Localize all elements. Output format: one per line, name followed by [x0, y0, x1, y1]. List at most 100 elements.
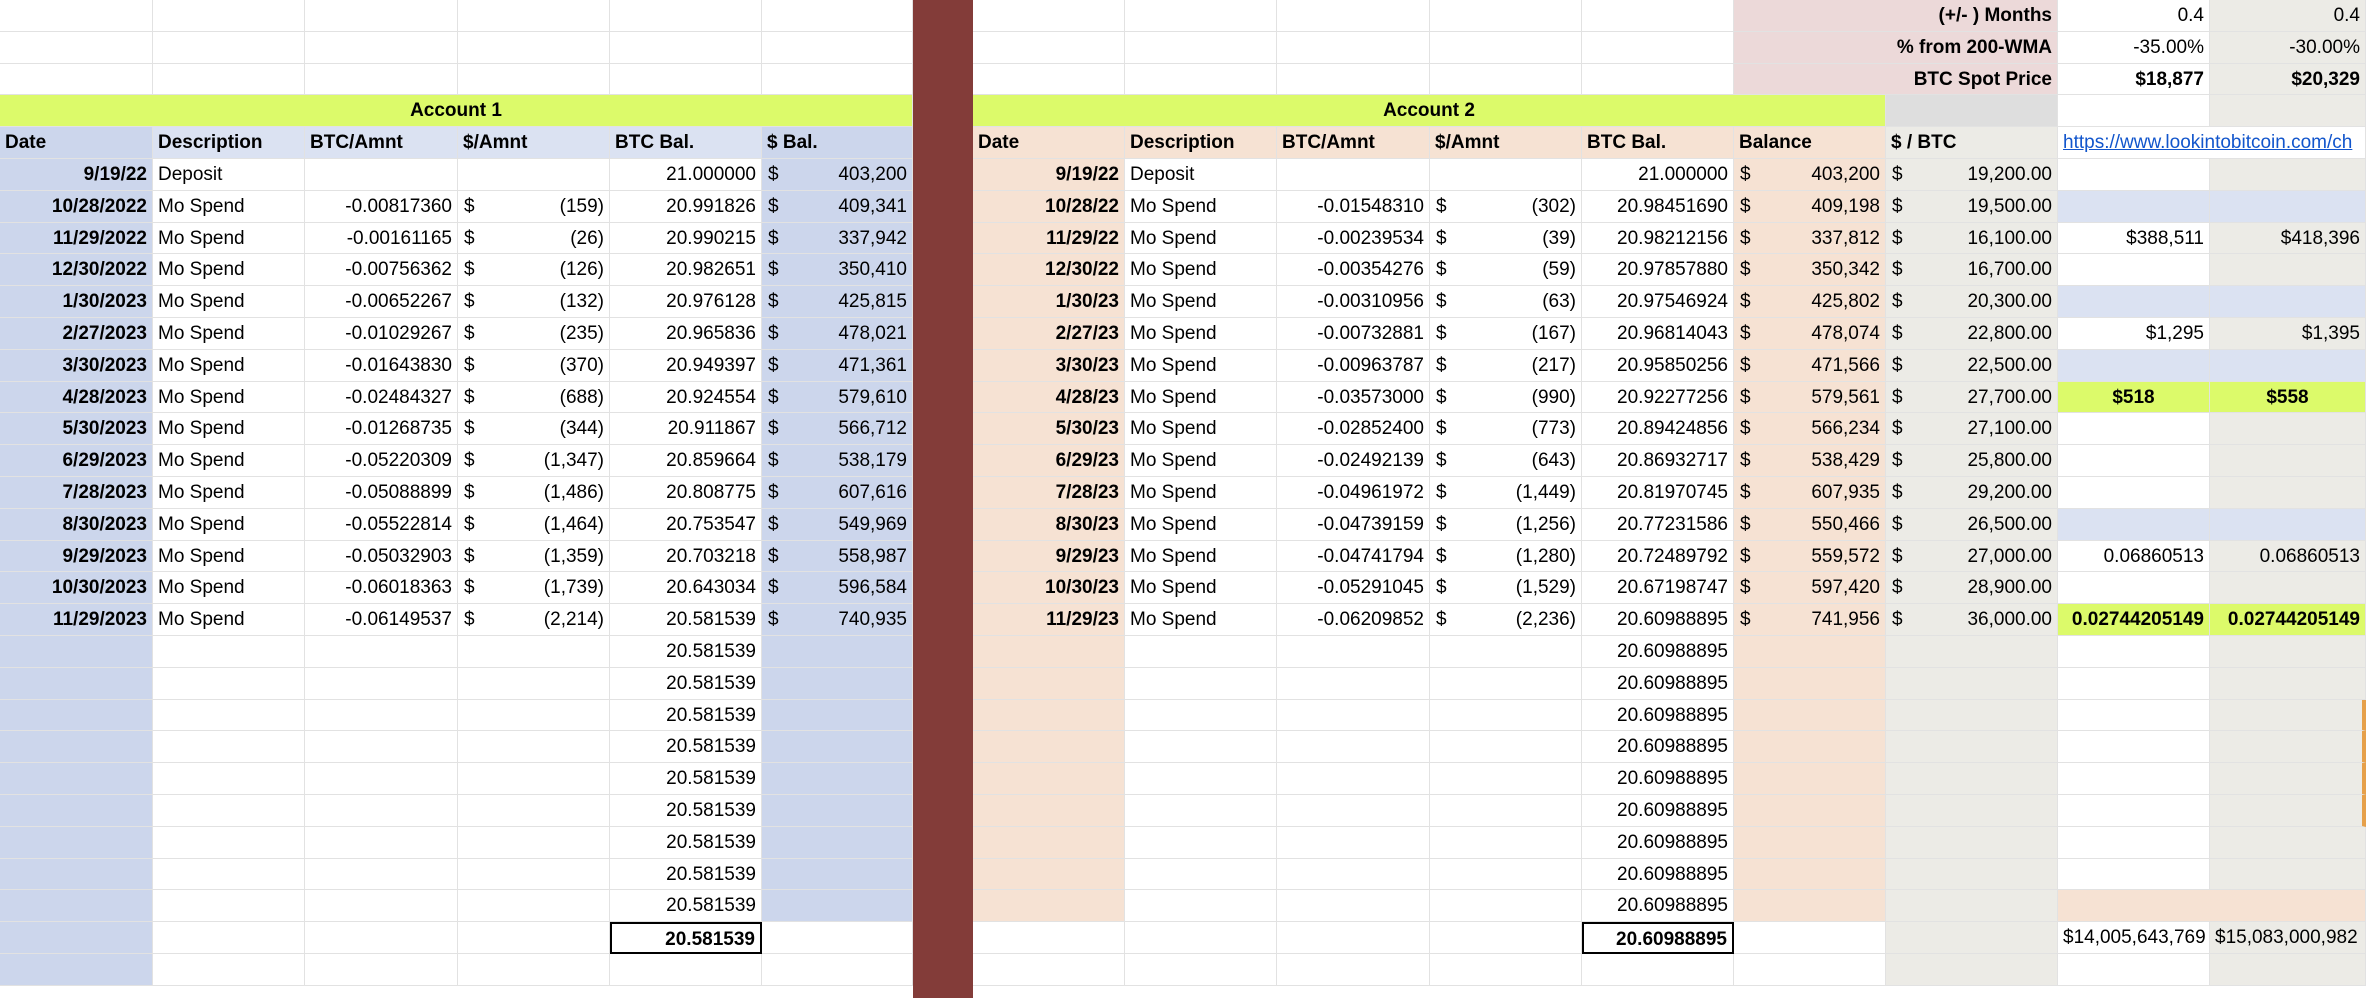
a2-header[interactable]: Description — [1125, 127, 1277, 159]
a2-balance[interactable]: $425,802 — [1734, 286, 1886, 318]
empty-cell[interactable] — [0, 64, 153, 95]
empty-cell[interactable] — [2210, 445, 2366, 477]
a1-btc-balance[interactable]: 20.949397 — [610, 350, 762, 382]
empty-cell[interactable] — [1734, 827, 1886, 859]
empty-cell[interactable] — [1277, 731, 1430, 763]
a2-btc-balance[interactable]: 20.77231586 — [1582, 509, 1734, 541]
empty-cell[interactable] — [1277, 763, 1430, 795]
a2-date[interactable]: 8/30/23 — [973, 509, 1125, 541]
a1-date[interactable]: 5/30/2023 — [0, 413, 153, 445]
a2-btc-balance[interactable]: 21.000000 — [1582, 159, 1734, 191]
empty-cell[interactable] — [0, 32, 153, 64]
empty-cell[interactable] — [1734, 763, 1886, 795]
empty-cell[interactable] — [2058, 827, 2210, 859]
empty-cell[interactable] — [305, 795, 458, 827]
a2-description[interactable]: Mo Spend — [1125, 254, 1277, 286]
empty-cell[interactable] — [458, 763, 610, 795]
a2-price-per-btc[interactable]: $16,100.00 — [1886, 223, 2058, 254]
a2-balance[interactable]: $597,420 — [1734, 572, 1886, 604]
a2-price-per-btc[interactable]: $16,700.00 — [1886, 254, 2058, 286]
panel-cell[interactable] — [2058, 509, 2210, 541]
empty-cell[interactable] — [1886, 954, 2058, 986]
empty-cell[interactable] — [1886, 668, 2058, 700]
empty-cell[interactable] — [1886, 890, 2058, 922]
empty-cell[interactable] — [973, 64, 1125, 95]
a1-description[interactable]: Mo Spend — [153, 445, 305, 477]
empty-cell[interactable] — [762, 64, 913, 95]
empty-cell[interactable] — [458, 859, 610, 890]
label-wma[interactable]: % from 200-WMA — [1734, 32, 2058, 64]
a2-description[interactable]: Mo Spend — [1125, 572, 1277, 604]
a1-description[interactable]: Mo Spend — [153, 286, 305, 318]
a2-btc-balance[interactable]: 20.60988895 — [1582, 668, 1734, 700]
a1-description[interactable]: Deposit — [153, 159, 305, 191]
empty-cell[interactable] — [1430, 668, 1582, 700]
a2-btc-balance[interactable]: 20.60988895 — [1582, 890, 1734, 922]
empty-cell[interactable] — [1125, 731, 1277, 763]
a2-price-per-btc[interactable]: $19,200.00 — [1886, 159, 2058, 191]
highlight-cell[interactable] — [2058, 890, 2366, 922]
empty-cell[interactable] — [458, 890, 610, 922]
a2-price-per-btc[interactable]: $22,800.00 — [1886, 318, 2058, 350]
a1-date[interactable]: 7/28/2023 — [0, 477, 153, 509]
empty-cell[interactable] — [153, 0, 305, 32]
empty-cell[interactable] — [1582, 32, 1734, 64]
empty-cell[interactable] — [1430, 795, 1582, 827]
empty-cell[interactable] — [305, 668, 458, 700]
a1-btc-balance[interactable]: 20.581539 — [610, 636, 762, 668]
empty-cell[interactable] — [1430, 890, 1582, 922]
empty-cell[interactable] — [1125, 636, 1277, 668]
a1-usd-amount[interactable]: $ (2,214) — [458, 604, 610, 636]
a2-btc-balance[interactable]: 20.98451690 — [1582, 191, 1734, 223]
a1-usd-balance[interactable]: $566,712 — [762, 413, 913, 445]
a2-balance[interactable]: $566,234 — [1734, 413, 1886, 445]
a2-price-per-btc[interactable]: $26,500.00 — [1886, 509, 2058, 541]
a2-btc-balance[interactable]: 20.86932717 — [1582, 445, 1734, 477]
a2-description[interactable]: Mo Spend — [1125, 191, 1277, 223]
empty-cell[interactable] — [2058, 668, 2210, 700]
empty-cell[interactable] — [973, 700, 1125, 731]
a2-balance[interactable]: $559,572 — [1734, 541, 1886, 572]
a1-description[interactable]: Mo Spend — [153, 382, 305, 413]
empty-cell[interactable] — [973, 763, 1125, 795]
a1-btc-amount[interactable]: -0.00161165 — [305, 223, 458, 254]
empty-cell[interactable] — [1430, 827, 1582, 859]
empty-cell[interactable] — [305, 954, 458, 986]
empty-cell[interactable] — [2210, 254, 2366, 286]
a1-btc-balance[interactable]: 20.976128 — [610, 286, 762, 318]
empty-cell[interactable] — [305, 922, 458, 954]
a2-btc-balance[interactable]: 20.81970745 — [1582, 477, 1734, 509]
empty-cell[interactable] — [153, 636, 305, 668]
empty-cell[interactable] — [2210, 572, 2366, 604]
a2-description[interactable]: Mo Spend — [1125, 223, 1277, 254]
panel-cell[interactable]: $388,511 — [2058, 223, 2210, 254]
a1-btc-balance[interactable]: 20.581539 — [610, 827, 762, 859]
a2-btc-amount[interactable]: -0.03573000 — [1277, 382, 1430, 413]
a1-date[interactable]: 10/30/2023 — [0, 572, 153, 604]
bottom-value-2[interactable]: $15,083,000,982 — [2210, 922, 2366, 954]
a1-usd-balance[interactable]: $409,341 — [762, 191, 913, 223]
empty-cell[interactable] — [1125, 0, 1277, 32]
empty-cell[interactable] — [1277, 859, 1430, 890]
a1-description[interactable]: Mo Spend — [153, 318, 305, 350]
a1-description[interactable]: Mo Spend — [153, 541, 305, 572]
a2-btc-balance[interactable]: 20.67198747 — [1582, 572, 1734, 604]
empty-cell[interactable] — [973, 731, 1125, 763]
empty-cell[interactable] — [762, 922, 913, 954]
empty-cell[interactable] — [2058, 763, 2210, 795]
empty-cell[interactable] — [305, 64, 458, 95]
panel-cell[interactable]: $518 — [2058, 382, 2210, 413]
empty-cell[interactable] — [1430, 731, 1582, 763]
a2-usd-amount[interactable]: $ (39) — [1430, 223, 1582, 254]
a2-price-per-btc[interactable]: $22,500.00 — [1886, 350, 2058, 382]
empty-cell[interactable] — [1430, 954, 1582, 986]
a2-balance[interactable]: $350,342 — [1734, 254, 1886, 286]
a1-usd-amount[interactable]: $ (1,739) — [458, 572, 610, 604]
empty-cell[interactable] — [2058, 95, 2210, 127]
a1-btc-balance[interactable]: 20.581539 — [610, 731, 762, 763]
empty-cell[interactable] — [0, 954, 153, 986]
empty-cell[interactable] — [305, 700, 458, 731]
a2-header[interactable]: $ / BTC — [1886, 127, 2058, 159]
empty-cell[interactable] — [153, 954, 305, 986]
empty-cell[interactable] — [1430, 859, 1582, 890]
